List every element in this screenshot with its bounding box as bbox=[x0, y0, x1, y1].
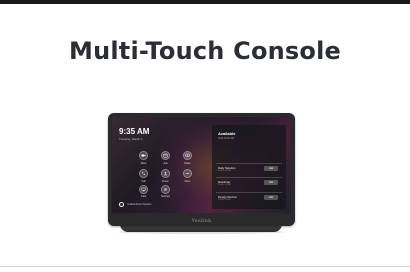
video-call-icon[interactable] bbox=[139, 151, 148, 160]
home-icon-label: Share bbox=[184, 162, 191, 165]
meeting-time: 11:00 - 12:00 bbox=[218, 184, 231, 186]
home-icon-label: Meet bbox=[140, 162, 147, 165]
room-status-sub: Until 10:00 AM bbox=[218, 137, 235, 140]
join-button[interactable]: Join bbox=[264, 180, 278, 185]
footer-text: Yealink Room System bbox=[127, 203, 152, 206]
home-icon-label: Join bbox=[163, 162, 168, 165]
screen-footer: Yealink Room System bbox=[119, 202, 151, 207]
meeting-time: 10:00 - 10:30 bbox=[218, 170, 231, 172]
power-icon[interactable] bbox=[119, 202, 124, 207]
calendar-icon[interactable] bbox=[161, 151, 170, 160]
touch-console-device: 9:35 AM Tuesday, March 1 Meet Join Share… bbox=[108, 113, 295, 226]
home-icon-label: Settings bbox=[160, 195, 171, 198]
home-icon-label: More bbox=[184, 180, 191, 183]
more-icon[interactable] bbox=[183, 169, 192, 178]
device-brand-logo: Yealink bbox=[191, 218, 212, 224]
screen-icon[interactable] bbox=[139, 185, 148, 194]
room-status: Available bbox=[218, 131, 236, 136]
screen-date: Tuesday, March 1 bbox=[119, 137, 143, 141]
share-icon[interactable] bbox=[183, 151, 192, 160]
device-screen: 9:35 AM Tuesday, March 1 Meet Join Share… bbox=[112, 117, 291, 213]
page-title: Multi-Touch Console bbox=[68, 37, 342, 65]
meeting-time: 14:00 - 15:00 bbox=[218, 199, 231, 201]
settings-icon[interactable] bbox=[161, 185, 170, 194]
people-icon[interactable] bbox=[161, 169, 170, 178]
home-icon-label: Call bbox=[141, 180, 146, 183]
meetings-panel: Available Until 10:00 AM Daily Standup 1… bbox=[212, 125, 286, 209]
home-icon-label: Cast bbox=[140, 195, 147, 198]
home-icon-label: Room bbox=[162, 180, 169, 183]
top-border-bar bbox=[0, 0, 410, 4]
panel-divider bbox=[216, 177, 282, 178]
panel-divider bbox=[216, 192, 282, 193]
join-button[interactable]: Join bbox=[264, 195, 278, 200]
panel-divider bbox=[216, 163, 282, 164]
bottom-divider bbox=[0, 266, 410, 267]
join-button[interactable]: Join bbox=[264, 166, 278, 171]
phone-icon[interactable] bbox=[139, 169, 148, 178]
screen-clock: 9:35 AM bbox=[119, 127, 150, 136]
